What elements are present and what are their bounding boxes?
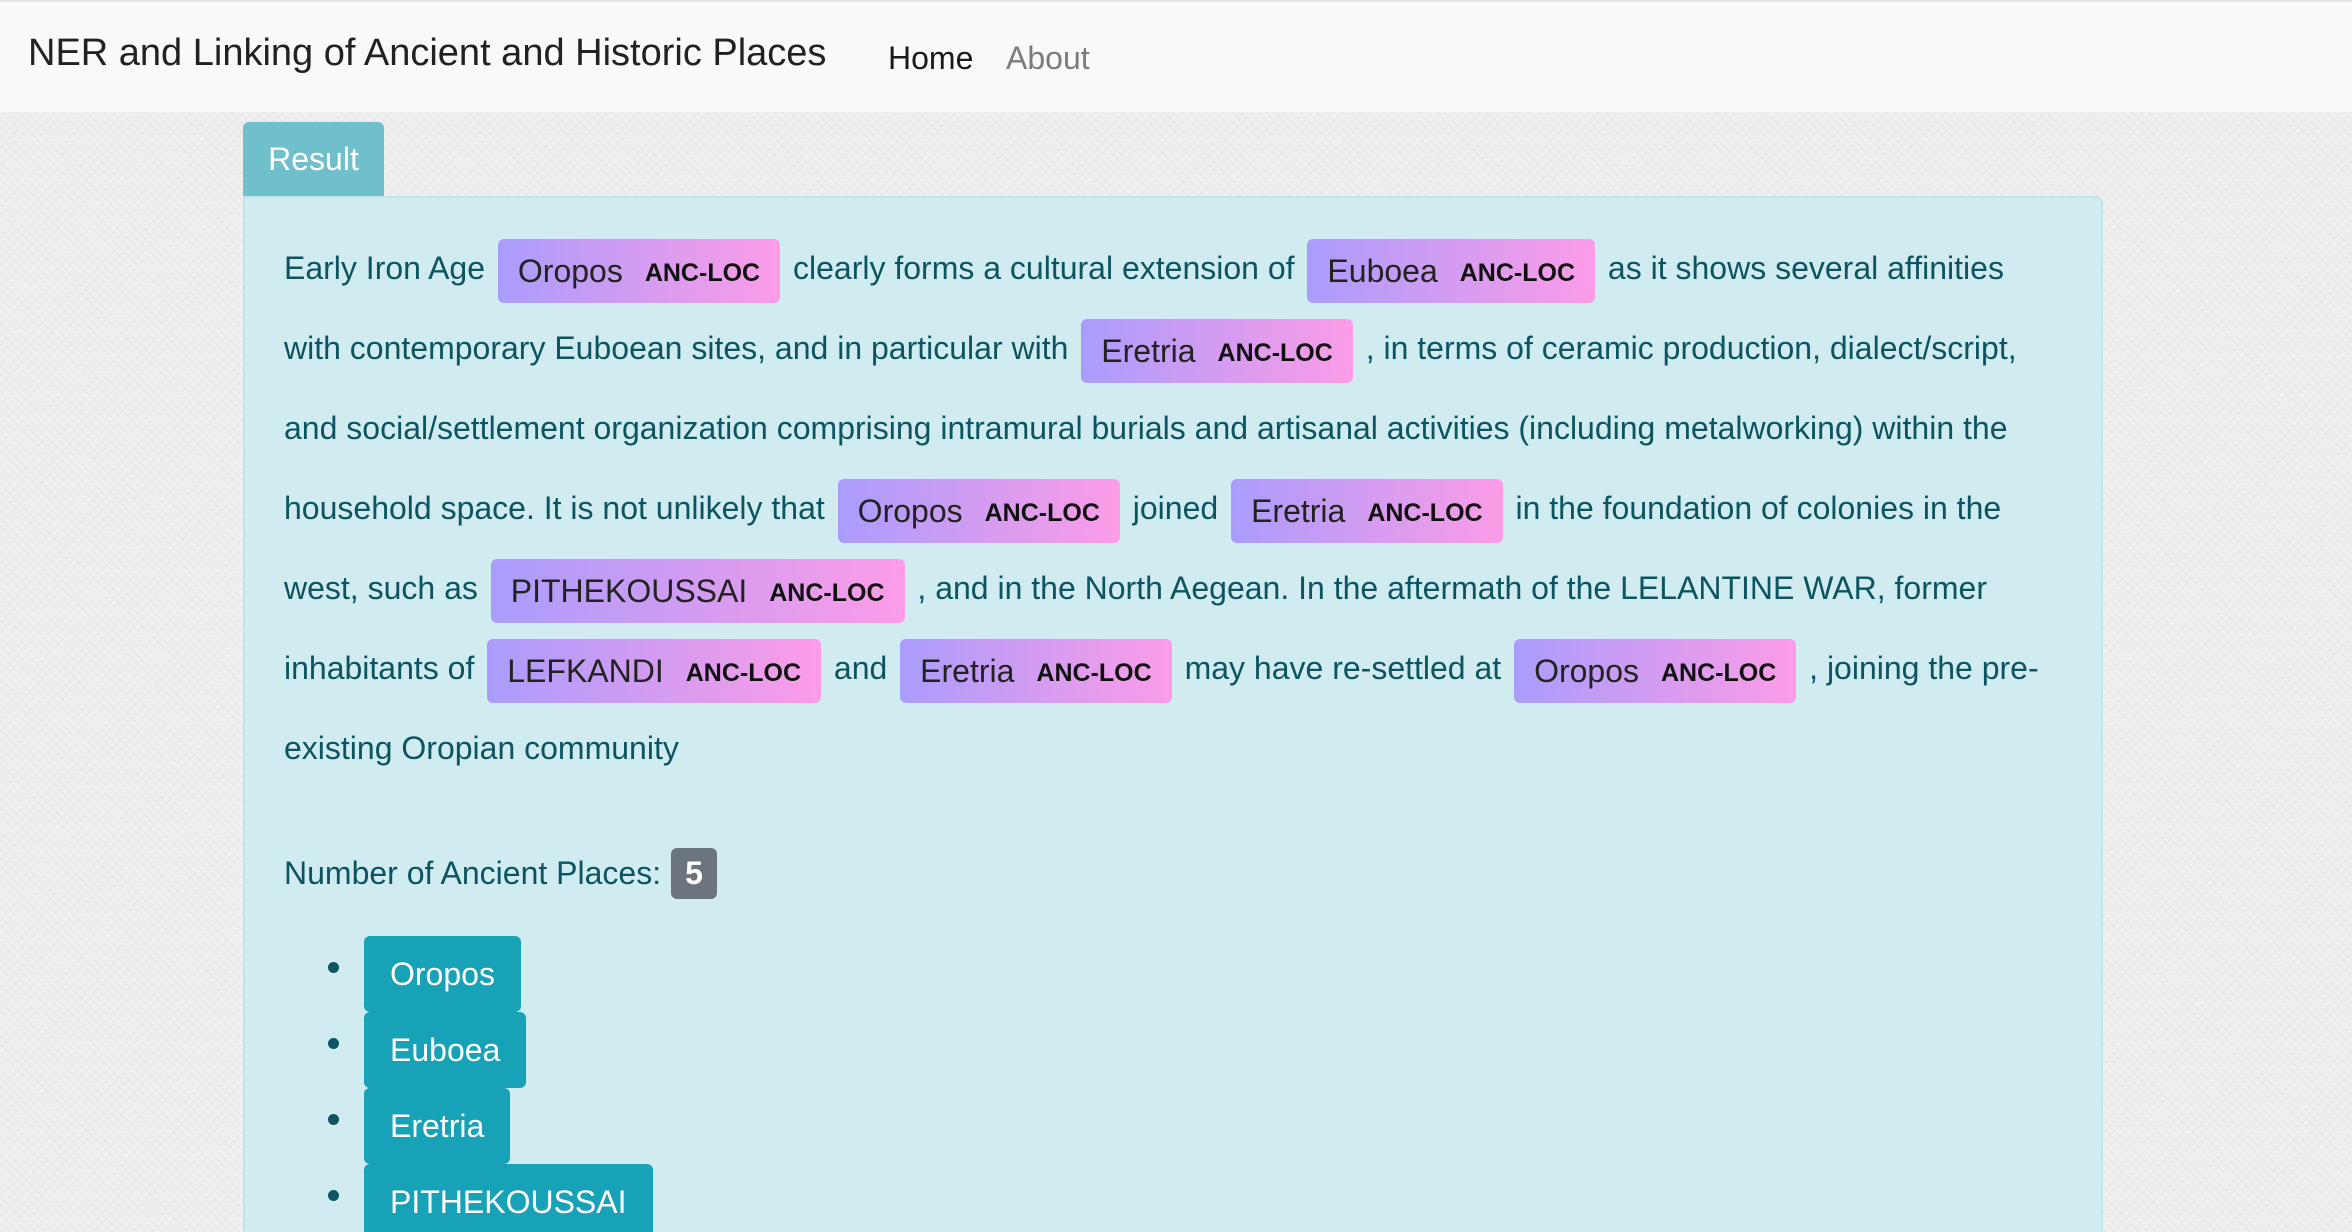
- entity-mark: Oropos ANC-LOC: [837, 478, 1120, 543]
- entity-label: ANC-LOC: [1217, 338, 1333, 367]
- text-segment: and: [825, 650, 897, 686]
- entity-mark: PITHEKOUSSAI ANC-LOC: [490, 558, 905, 623]
- text-segment: Early Iron Age: [284, 250, 494, 286]
- bullet-icon: [328, 962, 339, 973]
- entity-label: ANC-LOC: [984, 498, 1100, 527]
- entity-label: ANC-LOC: [1661, 658, 1777, 687]
- entity-text: PITHEKOUSSAI: [510, 572, 748, 609]
- entity-label: ANC-LOC: [685, 658, 801, 687]
- count-label: Number of Ancient Places:: [284, 855, 662, 891]
- entity-mark: Oropos ANC-LOC: [1514, 638, 1797, 703]
- result-tab[interactable]: Result: [243, 122, 384, 196]
- entity-label: ANC-LOC: [1459, 258, 1576, 287]
- entity-mark: Euboea ANC-LOC: [1307, 238, 1596, 303]
- entity-text: Oropos: [857, 492, 963, 529]
- text-segment: may have re-settled at: [1175, 650, 1511, 686]
- navbar-brand[interactable]: NER and Linking of Ancient and Historic …: [28, 32, 826, 75]
- nav-about-link[interactable]: About: [1006, 40, 1090, 77]
- text-segment: clearly forms a cultural extension of: [784, 250, 1304, 286]
- entity-mark: Eretria ANC-LOC: [1231, 478, 1503, 543]
- entity-text: Eretria: [920, 652, 1015, 689]
- bullet-icon: [328, 1038, 339, 1049]
- entity-text: Eretria: [1251, 492, 1346, 529]
- navbar: NER and Linking of Ancient and Historic …: [0, 0, 2352, 112]
- nav-home-link[interactable]: Home: [888, 40, 973, 77]
- place-button[interactable]: Eretria: [364, 1088, 511, 1164]
- entity-mark: Eretria ANC-LOC: [1081, 318, 1353, 383]
- count-badge: 5: [671, 848, 717, 899]
- annotated-text: Early Iron Age Oropos ANC-LOC clearly for…: [284, 228, 2064, 788]
- place-button[interactable]: Euboea: [364, 1012, 527, 1088]
- place-button[interactable]: Oropos: [364, 936, 521, 1012]
- bullet-icon: [328, 1190, 339, 1201]
- entity-text: LEFKANDI: [507, 652, 664, 689]
- entity-label: ANC-LOC: [1036, 658, 1152, 687]
- entity-mark: Oropos ANC-LOC: [497, 238, 781, 303]
- entity-label: ANC-LOC: [769, 578, 885, 607]
- entity-label: ANC-LOC: [644, 258, 761, 287]
- entity-text: Eretria: [1101, 332, 1196, 369]
- entity-text: Oropos: [1534, 652, 1639, 689]
- entity-label: ANC-LOC: [1367, 498, 1483, 527]
- entity-mark: LEFKANDI ANC-LOC: [487, 638, 821, 703]
- text-segment: joined: [1123, 490, 1228, 526]
- entity-text: Oropos: [517, 252, 623, 289]
- entity-mark: Eretria ANC-LOC: [900, 638, 1172, 703]
- entity-text: Euboea: [1327, 252, 1438, 289]
- bullet-icon: [328, 1114, 339, 1125]
- place-button[interactable]: PITHEKOUSSAI: [364, 1164, 653, 1232]
- ancient-places-count: Number of Ancient Places: 5: [284, 848, 717, 899]
